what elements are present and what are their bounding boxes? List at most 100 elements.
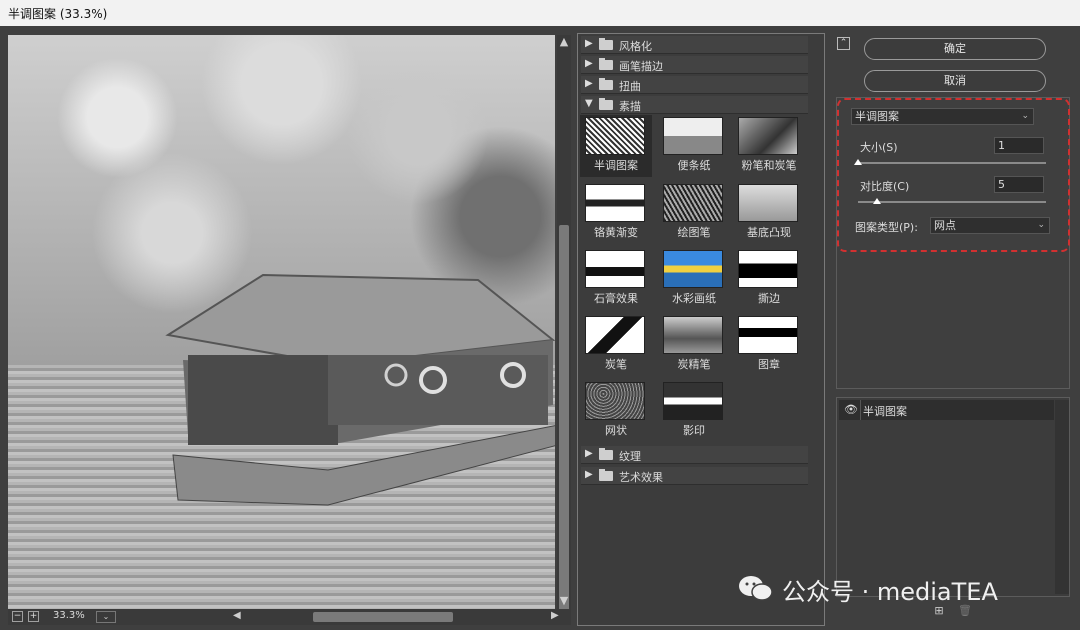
effect-layer-row[interactable]: 👁 半调图案 [839,400,1054,420]
effect-layers-panel: 👁 半调图案 [836,397,1070,597]
filter-thumbnail [585,184,645,222]
collapse-arrow-icon: ▼ [585,98,593,109]
divider [860,400,861,420]
filter-label: 炭精笔 [677,358,711,371]
filter-thumbnail [738,184,798,222]
filter-thumbnail [738,316,798,354]
expand-arrow-icon: ▶ [585,78,593,89]
folder-icon [599,58,613,70]
expand-arrow-icon: ▶ [585,38,593,49]
filter-thumbnail [585,382,645,420]
filter-thumbnail [585,316,645,354]
filter-plaster[interactable]: 石膏效果 [580,248,652,310]
window-title: 半调图案 (33.3%) [0,0,1080,26]
contrast-slider-knob[interactable] [872,198,881,204]
zoom-in-button[interactable]: + [28,611,39,622]
filter-halftone-pattern[interactable]: 半调图案 [580,115,652,177]
filter-note-paper[interactable]: 便条纸 [658,115,730,177]
preview-vertical-scrollbar[interactable]: ▲ ▼ [557,35,571,620]
size-slider[interactable] [854,159,1046,165]
contrast-input[interactable]: 5 [994,176,1044,193]
filter-torn-edges[interactable]: 撕边 [733,248,805,310]
category-label: 纹理 [619,450,641,463]
scroll-left-icon[interactable]: ◀ [233,610,243,621]
wechat-logo-icon [739,576,773,601]
category-distort[interactable]: ▶ 扭曲 [581,76,808,94]
zoom-out-button[interactable]: − [12,611,23,622]
filter-chalk-charcoal[interactable]: 粉笔和炭笔 [733,115,805,177]
filter-thumbnail [585,250,645,288]
filter-reticulation[interactable]: 网状 [580,380,652,442]
scroll-right-icon[interactable]: ▶ [551,610,561,621]
filter-chrome[interactable]: 铬黄渐变 [580,182,652,244]
layers-scrollbar[interactable] [1055,400,1069,594]
expand-arrow-icon: ▶ [585,469,593,480]
vertical-scroll-thumb[interactable] [559,225,569,620]
filter-label: 网状 [605,424,627,437]
scroll-up-icon[interactable]: ▲ [558,36,570,48]
category-artistic[interactable]: ▶ 艺术效果 [581,467,808,485]
category-label: 风格化 [619,40,652,53]
filter-label: 石膏效果 [594,292,638,305]
filter-water-paper[interactable]: 水彩画纸 [658,248,730,310]
filter-label: 半调图案 [594,159,638,172]
filter-label: 图章 [758,358,780,371]
contrast-slider[interactable] [858,198,1046,204]
pattern-type-value: 网点 [934,219,956,232]
preview-bottom-bar: − + 33.3% ⌄ ◀ ▶ [8,609,571,625]
filter-charcoal[interactable]: 炭笔 [580,314,652,376]
filter-thumbnail [663,316,723,354]
folder-icon [599,78,613,90]
category-label: 艺术效果 [619,471,663,484]
filter-select-value: 半调图案 [855,110,899,123]
pattern-type-label: 图案类型(P): [855,221,918,234]
chevron-down-icon: ⌄ [1021,111,1029,121]
filter-thumbnail [585,117,645,155]
zoom-level: 33.3% [53,610,85,621]
category-sketch[interactable]: ▼ 素描 [581,96,808,114]
filter-label: 绘图笔 [677,226,711,239]
category-brush-strokes[interactable]: ▶ 画笔描边 [581,56,808,74]
expand-arrow-icon: ▶ [585,58,593,69]
filter-label: 撕边 [758,292,780,305]
filter-thumbnail [663,184,723,222]
open-folder-icon [599,98,613,110]
filter-thumbnail [663,250,723,288]
category-texture[interactable]: ▶ 纹理 [581,446,808,464]
filter-label: 铬黄渐变 [594,226,638,239]
watermark-text: 公众号 · mediaTEA [782,578,998,606]
category-label: 扭曲 [619,80,641,93]
cancel-button[interactable]: 取消 [864,70,1046,92]
filter-label: 基底凸现 [747,226,791,239]
category-label: 素描 [619,100,641,113]
filter-thumbnail [663,382,723,420]
expand-arrow-icon: ▶ [585,448,593,459]
preview-canvas[interactable] [8,35,555,609]
horizontal-scroll-thumb[interactable] [313,612,453,622]
zoom-dropdown-icon[interactable]: ⌄ [96,611,116,623]
boat-image [165,273,555,506]
size-label: 大小(S) [860,141,898,154]
filter-select[interactable]: 半调图案 ⌄ [851,108,1034,125]
folder-icon [599,448,613,460]
filter-graphic-pen[interactable]: 绘图笔 [658,182,730,244]
filter-bas-relief[interactable]: 基底凸现 [733,182,805,244]
ok-button[interactable]: 确定 [864,38,1046,60]
size-slider-knob[interactable] [854,159,862,165]
filter-photocopy[interactable]: 影印 [658,380,730,442]
category-stylize[interactable]: ▶ 风格化 [581,36,808,54]
filter-stamp[interactable]: 图章 [733,314,805,376]
scroll-down-icon[interactable]: ▼ [558,595,570,607]
preview-horizontal-scrollbar[interactable]: ◀ ▶ [233,610,563,622]
folder-icon [599,469,613,481]
eye-icon[interactable]: 👁 [844,403,858,416]
size-input[interactable]: 1 [994,137,1044,154]
pattern-type-select[interactable]: 网点 ⌄ [930,217,1050,234]
folder-icon [599,38,613,50]
filter-conte-crayon[interactable]: 炭精笔 [658,314,730,376]
filter-thumbnail [738,117,798,155]
contrast-label: 对比度(C) [860,180,910,193]
filter-thumbnail [663,117,723,155]
collapse-gallery-button[interactable]: ⌃ [837,37,850,50]
effect-layer-name: 半调图案 [863,405,907,418]
